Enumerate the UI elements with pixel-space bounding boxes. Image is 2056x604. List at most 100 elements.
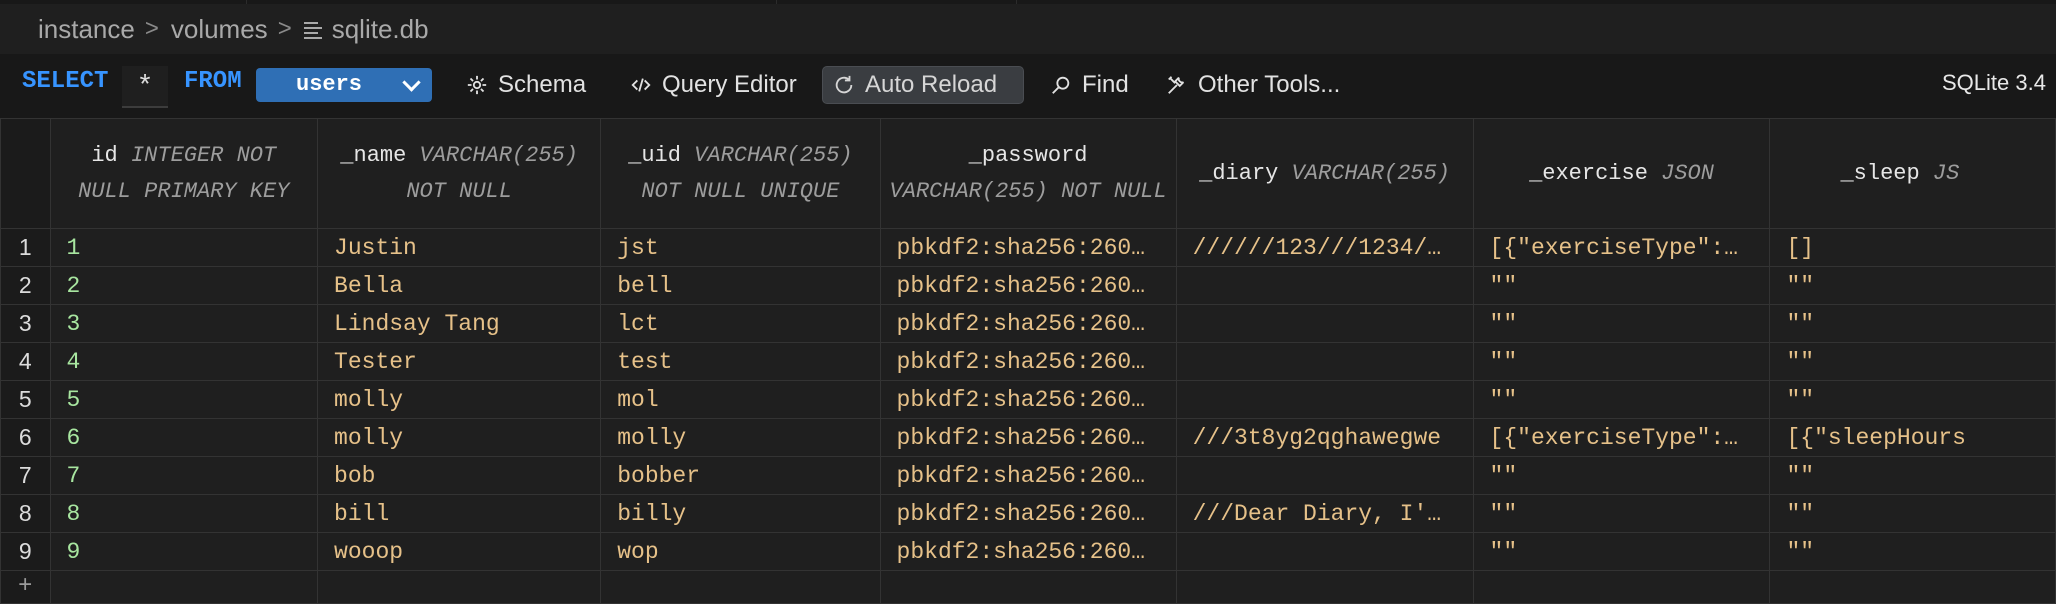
- table-cell[interactable]: []: [1769, 228, 2056, 267]
- row-number: 2: [0, 266, 51, 305]
- table-cell[interactable]: mol: [600, 380, 881, 419]
- table-cell[interactable]: [{"exerciseType":…: [1472, 418, 1771, 457]
- table-row[interactable]: 7 7 bob bobber pbkdf2:sha256:260… "" "": [0, 456, 2056, 495]
- table-cell[interactable]: Lindsay Tang: [317, 304, 602, 343]
- table-cell[interactable]: Justin: [317, 228, 602, 267]
- table-cell[interactable]: 2: [49, 266, 319, 305]
- table-cell[interactable]: //////123///1234/…: [1175, 228, 1474, 267]
- column-name: _uid: [628, 142, 681, 168]
- table-row[interactable]: 8 8 bill billy pbkdf2:sha256:260…///Dear Dia…: [0, 494, 2056, 533]
- auto-reload-toggle[interactable]: Auto Reload: [822, 66, 1024, 104]
- table-cell[interactable]: 3: [49, 304, 319, 343]
- table-cell[interactable]: billy: [600, 494, 881, 533]
- table-cell[interactable]: 7: [49, 456, 319, 495]
- empty-cell: [1769, 570, 2056, 604]
- column-header-sleep[interactable]: _sleep JS: [1769, 118, 2056, 229]
- table-cell[interactable]: [1175, 342, 1474, 381]
- table-cell[interactable]: molly: [600, 418, 881, 457]
- table-cell[interactable]: "": [1472, 494, 1771, 533]
- table-cell[interactable]: Tester: [317, 342, 602, 381]
- column-header-exercise[interactable]: _exercise JSON: [1472, 118, 1771, 229]
- add-row-button[interactable]: +: [0, 570, 51, 604]
- table-cell[interactable]: wooop: [317, 532, 602, 571]
- table-cell[interactable]: lct: [600, 304, 881, 343]
- table-cell[interactable]: 9: [49, 532, 319, 571]
- table-cell[interactable]: 1: [49, 228, 319, 267]
- table-cell[interactable]: ///Dear Diary, I'…: [1175, 494, 1474, 533]
- search-icon: [1052, 76, 1070, 94]
- breadcrumb-item-instance[interactable]: instance: [38, 14, 135, 45]
- table-cell[interactable]: pbkdf2:sha256:260…: [879, 418, 1177, 457]
- query-editor-button[interactable]: Query Editor: [620, 66, 807, 104]
- table-cell[interactable]: [{"sleepHours: [1769, 418, 2056, 457]
- table-cell[interactable]: [1175, 456, 1474, 495]
- table-cell[interactable]: "": [1769, 494, 2056, 533]
- table-row[interactable]: 5 5 molly mol pbkdf2:sha256:260… "" "": [0, 380, 2056, 419]
- table-cell[interactable]: [1175, 304, 1474, 343]
- table-cell[interactable]: pbkdf2:sha256:260…: [879, 342, 1177, 381]
- table-row[interactable]: 1 1 Justin jst pbkdf2:sha256:260…//////123//…: [0, 228, 2056, 267]
- columns-input[interactable]: *: [122, 66, 168, 108]
- table-cell[interactable]: "": [1769, 304, 2056, 343]
- table-cell[interactable]: pbkdf2:sha256:260…: [879, 456, 1177, 495]
- table-cell[interactable]: test: [600, 342, 881, 381]
- version-label: SQLite 3.4: [1942, 70, 2046, 95]
- table-cell[interactable]: 4: [49, 342, 319, 381]
- column-type: JS: [1932, 160, 1960, 186]
- table-cell[interactable]: pbkdf2:sha256:260…: [879, 380, 1177, 419]
- table-cell[interactable]: pbkdf2:sha256:260…: [879, 228, 1177, 267]
- table-cell[interactable]: bell: [600, 266, 881, 305]
- table-cell[interactable]: ///3t8yg2qghawegwe: [1175, 418, 1474, 457]
- table-row[interactable]: 6 6 molly molly pbkdf2:sha256:260…///3t8yg2q…: [0, 418, 2056, 457]
- from-keyword: FROM: [184, 68, 242, 95]
- table-dropdown[interactable]: users: [256, 68, 432, 102]
- column-header-uid[interactable]: _uid VARCHAR(255) NOT NULL UNIQUE: [600, 118, 881, 229]
- table-cell[interactable]: "": [1472, 380, 1771, 419]
- table-cell[interactable]: bob: [317, 456, 602, 495]
- other-tools-button[interactable]: Other Tools...: [1156, 66, 1350, 104]
- column-header-diary[interactable]: _diary VARCHAR(255): [1175, 118, 1474, 229]
- column-name: _password: [968, 142, 1088, 168]
- table-cell[interactable]: [{"exerciseType":…: [1472, 228, 1771, 267]
- table-cell[interactable]: 6: [49, 418, 319, 457]
- table-row[interactable]: 9 9 wooop wop pbkdf2:sha256:260… "" "": [0, 532, 2056, 571]
- schema-button[interactable]: Schema: [456, 66, 596, 104]
- column-header-id[interactable]: id INTEGER NOT NULL PRIMARY KEY: [49, 118, 319, 229]
- table-cell[interactable]: "": [1472, 532, 1771, 571]
- table-cell[interactable]: "": [1769, 266, 2056, 305]
- table-cell[interactable]: bobber: [600, 456, 881, 495]
- table-cell[interactable]: [1175, 380, 1474, 419]
- find-button[interactable]: Find: [1040, 66, 1139, 104]
- table-row[interactable]: 4 4 Tester test pbkdf2:sha256:260… "" "": [0, 342, 2056, 381]
- table-cell[interactable]: Bella: [317, 266, 602, 305]
- results-grid: id INTEGER NOT NULL PRIMARY KEY _name VA…: [0, 118, 2056, 604]
- table-cell[interactable]: pbkdf2:sha256:260…: [879, 304, 1177, 343]
- column-header-name[interactable]: _name VARCHAR(255) NOT NULL: [317, 118, 602, 229]
- table-cell[interactable]: pbkdf2:sha256:260…: [879, 266, 1177, 305]
- table-cell[interactable]: jst: [600, 228, 881, 267]
- table-cell[interactable]: [1175, 266, 1474, 305]
- table-cell[interactable]: wop: [600, 532, 881, 571]
- table-cell[interactable]: molly: [317, 380, 602, 419]
- table-cell[interactable]: pbkdf2:sha256:260…: [879, 494, 1177, 533]
- breadcrumb-item-file[interactable]: sqlite.db: [332, 14, 429, 45]
- table-cell[interactable]: "": [1769, 380, 2056, 419]
- column-type: VARCHAR(255) NOT NULL: [889, 178, 1167, 204]
- table-cell[interactable]: "": [1472, 456, 1771, 495]
- table-cell[interactable]: "": [1769, 456, 2056, 495]
- table-cell[interactable]: [1175, 532, 1474, 571]
- table-row[interactable]: 2 2 Bella bell pbkdf2:sha256:260… "" "": [0, 266, 2056, 305]
- table-cell[interactable]: pbkdf2:sha256:260…: [879, 532, 1177, 571]
- table-cell[interactable]: "": [1472, 266, 1771, 305]
- table-cell[interactable]: 8: [49, 494, 319, 533]
- table-cell[interactable]: "": [1769, 532, 2056, 571]
- column-header-password[interactable]: _password VARCHAR(255) NOT NULL: [879, 118, 1177, 229]
- table-cell[interactable]: bill: [317, 494, 602, 533]
- table-row[interactable]: 3 3 Lindsay Tang lct pbkdf2:sha256:260… "" "": [0, 304, 2056, 343]
- table-cell[interactable]: "": [1472, 304, 1771, 343]
- table-cell[interactable]: "": [1472, 342, 1771, 381]
- breadcrumb-item-volumes[interactable]: volumes: [171, 14, 268, 45]
- table-cell[interactable]: "": [1769, 342, 2056, 381]
- table-cell[interactable]: 5: [49, 380, 319, 419]
- table-cell[interactable]: molly: [317, 418, 602, 457]
